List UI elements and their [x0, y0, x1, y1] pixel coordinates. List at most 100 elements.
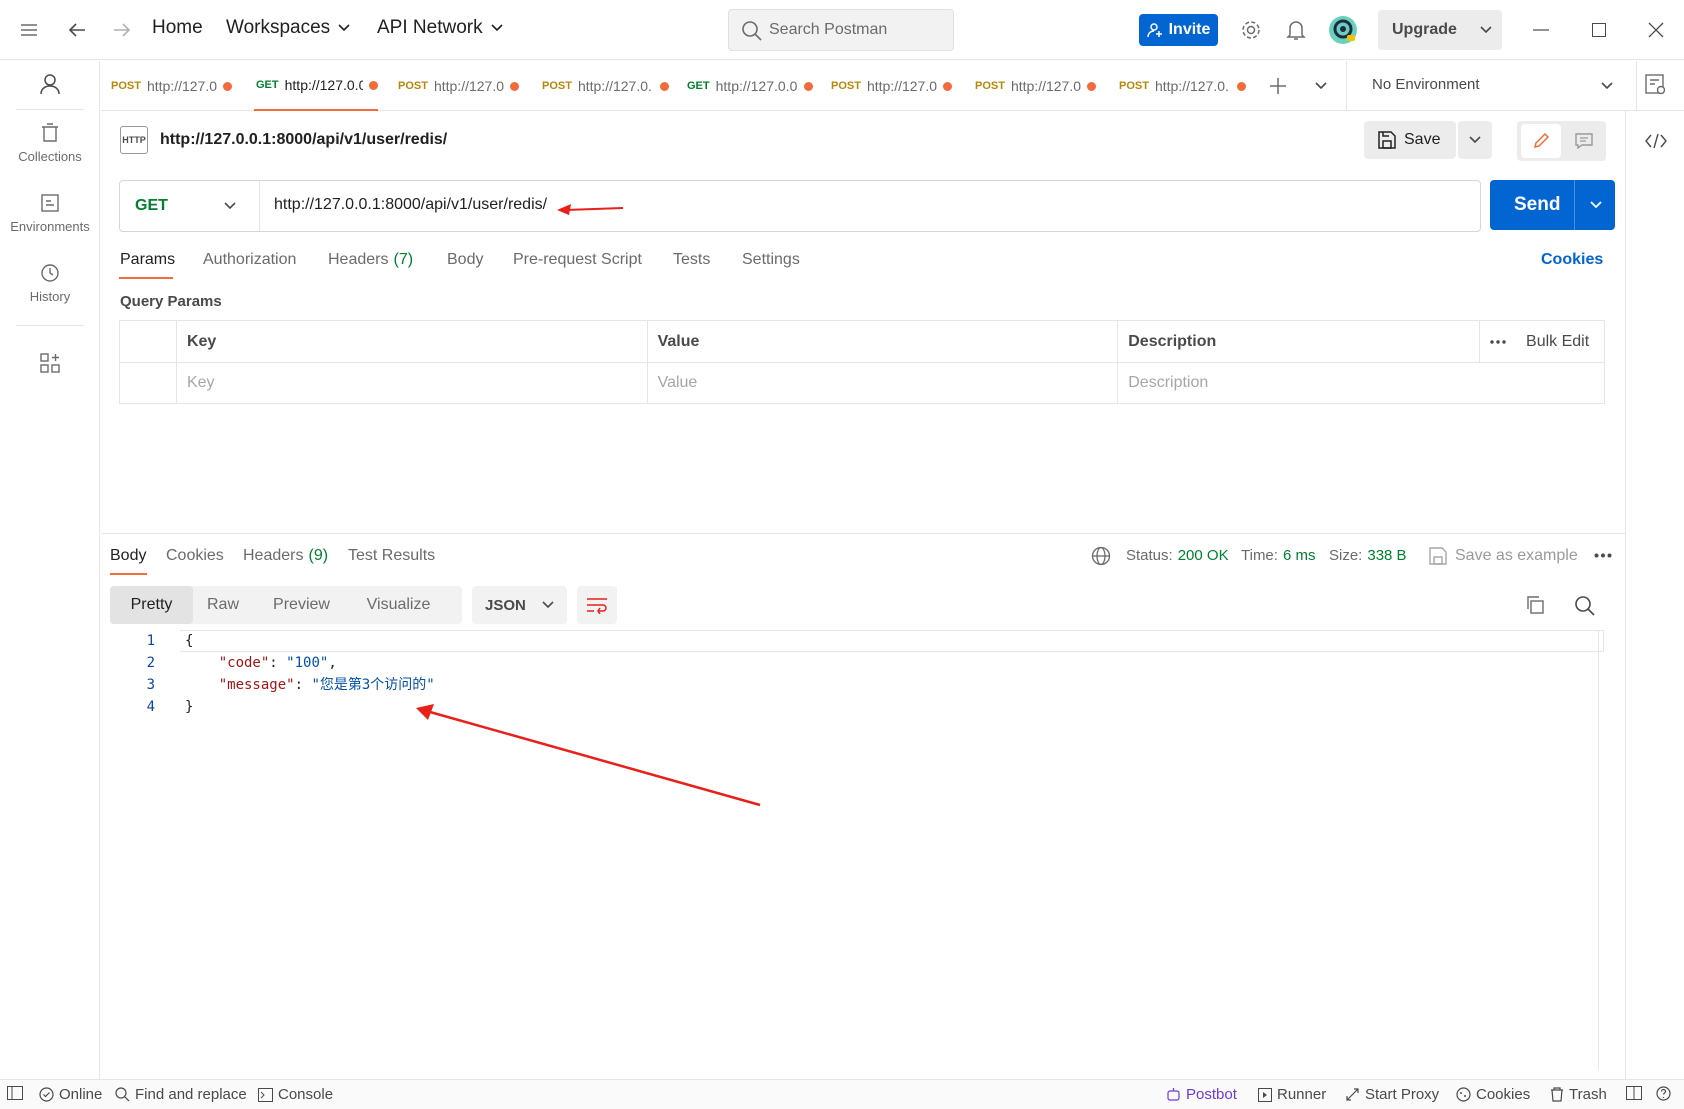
help-icon[interactable] — [1656, 1086, 1671, 1101]
format-select[interactable]: JSON — [472, 586, 567, 624]
save-button[interactable]: Save — [1364, 121, 1456, 159]
response-headers-label: Headers — [243, 547, 304, 564]
view-preview[interactable]: Preview — [253, 586, 350, 624]
unsaved-dot-icon — [943, 81, 953, 91]
view-visualize[interactable]: Visualize — [350, 586, 447, 624]
toggle-sidebar-icon[interactable] — [7, 1086, 23, 1100]
tabs-chevron-down-icon[interactable] — [1315, 82, 1327, 90]
menu-icon[interactable] — [15, 16, 43, 44]
url-input[interactable]: http://127.0.0.1:8000/api/v1/user/redis/ — [274, 196, 547, 214]
upgrade-button[interactable]: Upgrade — [1378, 10, 1502, 50]
tab-body[interactable]: Body — [447, 251, 483, 269]
tab-params[interactable]: Params — [120, 251, 175, 269]
tab-tests[interactable]: Tests — [673, 251, 710, 269]
tab-headers[interactable]: Headers (7) — [328, 251, 413, 269]
environment-quick-look[interactable] — [1636, 61, 1684, 111]
response-headers-count: (9) — [308, 547, 329, 564]
maximize-icon[interactable] — [1585, 16, 1613, 44]
code-snippet-icon[interactable] — [1645, 133, 1667, 149]
sidebar-item-collections[interactable]: Collections — [0, 123, 100, 164]
editor-scrollbar[interactable] — [1598, 630, 1599, 1070]
avatar[interactable] — [1327, 14, 1359, 46]
online-status[interactable]: Online — [39, 1086, 102, 1103]
cookies-link[interactable]: Cookies — [1541, 251, 1603, 269]
request-title[interactable]: http://127.0.0.1:8000/api/v1/user/redis/ — [160, 131, 447, 149]
json-separator: : — [269, 655, 287, 671]
wrap-lines-icon[interactable] — [577, 586, 617, 624]
environment-quick-look-icon — [1645, 74, 1666, 95]
save-as-example-button[interactable]: Save as example — [1429, 547, 1578, 565]
row-check-header — [119, 320, 177, 363]
workspaces-menu[interactable]: Workspaces — [226, 17, 350, 39]
more-options-icon[interactable] — [1490, 339, 1506, 344]
sidebar-configure-workbench-icon[interactable] — [0, 353, 100, 373]
response-tab-body[interactable]: Body — [110, 547, 146, 565]
response-tab-test-results[interactable]: Test Results — [348, 547, 435, 565]
tab-authorization[interactable]: Authorization — [203, 251, 296, 269]
environment-selector[interactable]: No Environment — [1346, 61, 1636, 111]
unsaved-dot-icon — [369, 80, 378, 90]
globe-icon[interactable] — [1091, 546, 1111, 566]
response-tab-headers[interactable]: Headers (9) — [243, 547, 328, 565]
trash-button[interactable]: Trash — [1550, 1086, 1607, 1103]
api-network-menu[interactable]: API Network — [377, 17, 503, 39]
copy-icon[interactable] — [1525, 595, 1545, 615]
settings-gear-icon[interactable] — [1237, 16, 1265, 44]
method-select[interactable]: GET — [120, 181, 260, 231]
save-options-button[interactable] — [1458, 121, 1492, 159]
runner-button[interactable]: Runner — [1258, 1086, 1326, 1103]
chevron-down-icon — [1469, 136, 1481, 144]
json-value: "100" — [286, 655, 329, 671]
request-tab[interactable]: POST http://127.0. — [1119, 61, 1249, 111]
key-input[interactable]: Key — [175, 362, 648, 404]
json-key: "code" — [218, 655, 270, 671]
search-icon[interactable] — [1574, 595, 1596, 617]
description-input[interactable]: Description — [1117, 362, 1605, 404]
user-profile-icon[interactable] — [0, 73, 100, 95]
request-tab[interactable]: POST http://127.0 — [975, 61, 1105, 111]
bulk-edit-link[interactable]: Bulk Edit — [1526, 333, 1589, 351]
unsaved-dot-icon — [659, 81, 669, 91]
response-divider[interactable] — [101, 533, 1625, 534]
view-raw[interactable]: Raw — [193, 586, 253, 624]
home-link[interactable]: Home — [152, 17, 203, 39]
request-tab[interactable]: GET http://127.0.0 — [687, 61, 817, 111]
new-tab-plus-icon[interactable] — [1269, 77, 1287, 95]
layout-icon[interactable] — [1626, 1086, 1642, 1100]
response-tab-cookies[interactable]: Cookies — [166, 547, 224, 565]
sidebar-item-label: Collections — [18, 149, 82, 164]
edit-pencil-icon[interactable] — [1521, 124, 1561, 158]
request-tab[interactable]: POST http://127.0 — [111, 61, 241, 111]
request-tab-active[interactable]: GET http://127.0.0 — [254, 61, 378, 111]
request-tab[interactable]: POST http://127.0 — [398, 61, 528, 111]
tab-url: http://127.0. — [577, 78, 652, 94]
view-pretty[interactable]: Pretty — [110, 586, 193, 624]
current-line-highlight — [180, 630, 1604, 652]
minimize-icon[interactable] — [1527, 16, 1555, 44]
back-arrow-icon[interactable] — [63, 16, 91, 44]
more-options-icon[interactable] — [1594, 553, 1612, 558]
forward-arrow-icon[interactable] — [108, 16, 136, 44]
close-icon[interactable] — [1642, 16, 1670, 44]
postbot-button[interactable]: Postbot — [1166, 1086, 1237, 1103]
cookies-button[interactable]: Cookies — [1456, 1086, 1530, 1103]
sidebar-item-environments[interactable]: Environments — [0, 193, 100, 234]
notification-bell-icon[interactable] — [1282, 16, 1310, 44]
tab-settings[interactable]: Settings — [742, 251, 800, 269]
request-tab[interactable]: POST http://127.0 — [831, 61, 961, 111]
json-value: "您是第3个访问的" — [311, 677, 435, 693]
tab-pre-request-script[interactable]: Pre-request Script — [513, 251, 642, 269]
send-button[interactable]: Send — [1490, 180, 1615, 230]
sidebar-item-history[interactable]: History — [0, 263, 100, 304]
search-box[interactable]: Search Postman — [728, 9, 954, 51]
console-button[interactable]: Console — [258, 1086, 333, 1103]
find-replace-button[interactable]: Find and replace — [115, 1086, 247, 1103]
chevron-down-icon[interactable] — [1590, 201, 1602, 209]
invite-button[interactable]: Invite — [1139, 14, 1218, 46]
save-label: Save — [1404, 131, 1441, 148]
request-tab[interactable]: POST http://127.0. — [542, 61, 672, 111]
value-input[interactable]: Value — [646, 362, 1119, 404]
comment-icon[interactable] — [1565, 124, 1603, 158]
start-proxy-button[interactable]: Start Proxy — [1345, 1086, 1439, 1103]
line-number: 3 — [146, 677, 155, 693]
